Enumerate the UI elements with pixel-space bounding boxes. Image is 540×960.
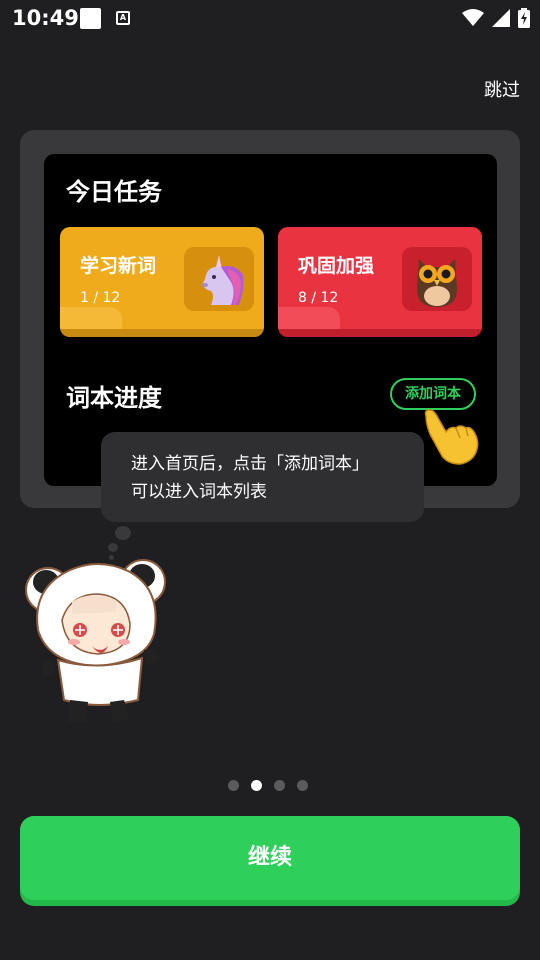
status-time: 10:49 <box>12 6 79 30</box>
hint-line-2: 可以进入词本列表 <box>131 482 267 502</box>
hint-line-1: 进入首页后，点击「添加词本」 <box>131 454 369 474</box>
task-card-learn: 学习新词 1 / 12 <box>60 227 264 337</box>
page-indicator <box>228 780 308 791</box>
panda-mascot-illustration <box>25 559 166 722</box>
card-shadow <box>278 329 482 337</box>
hint-tooltip: 进入首页后，点击「添加词本」 可以进入词本列表 <box>101 432 424 522</box>
page-dot-2-active[interactable] <box>251 780 262 791</box>
task-card-count: 1 / 12 <box>80 290 121 306</box>
thought-bubble-large <box>115 526 131 540</box>
task-card-count: 8 / 12 <box>298 290 339 306</box>
owl-icon <box>402 247 472 311</box>
task-card-title: 巩固加强 <box>298 255 375 277</box>
task-card-title: 学习新词 <box>80 255 157 277</box>
onboarding-page: 10:49 A 跳过 今日任务 学习新词 1 / 12 巩固加强 8 / 12 … <box>0 0 540 960</box>
continue-button[interactable]: 继续 <box>20 816 520 906</box>
card-decoration <box>60 307 122 329</box>
today-tasks-title: 今日任务 <box>66 178 162 206</box>
book-progress-title: 词本进度 <box>66 384 162 412</box>
card-decoration <box>278 307 340 329</box>
task-card-review: 巩固加强 8 / 12 <box>278 227 482 337</box>
signal-icon <box>492 9 510 27</box>
unicorn-icon <box>184 247 254 311</box>
page-dot-1[interactable] <box>228 780 239 791</box>
pointing-hand-icon <box>424 409 479 465</box>
page-dot-4[interactable] <box>297 780 308 791</box>
status-icons <box>462 6 530 30</box>
continue-button-label: 继续 <box>247 845 292 870</box>
battery-charging-icon <box>518 8 530 28</box>
keyboard-a-icon: A <box>116 11 130 25</box>
page-dot-3[interactable] <box>274 780 285 791</box>
skip-button[interactable]: 跳过 <box>484 76 520 102</box>
status-bar: 10:49 A <box>0 0 540 36</box>
wifi-icon <box>462 9 484 26</box>
card-shadow <box>60 329 264 337</box>
notification-square-icon <box>80 8 101 29</box>
